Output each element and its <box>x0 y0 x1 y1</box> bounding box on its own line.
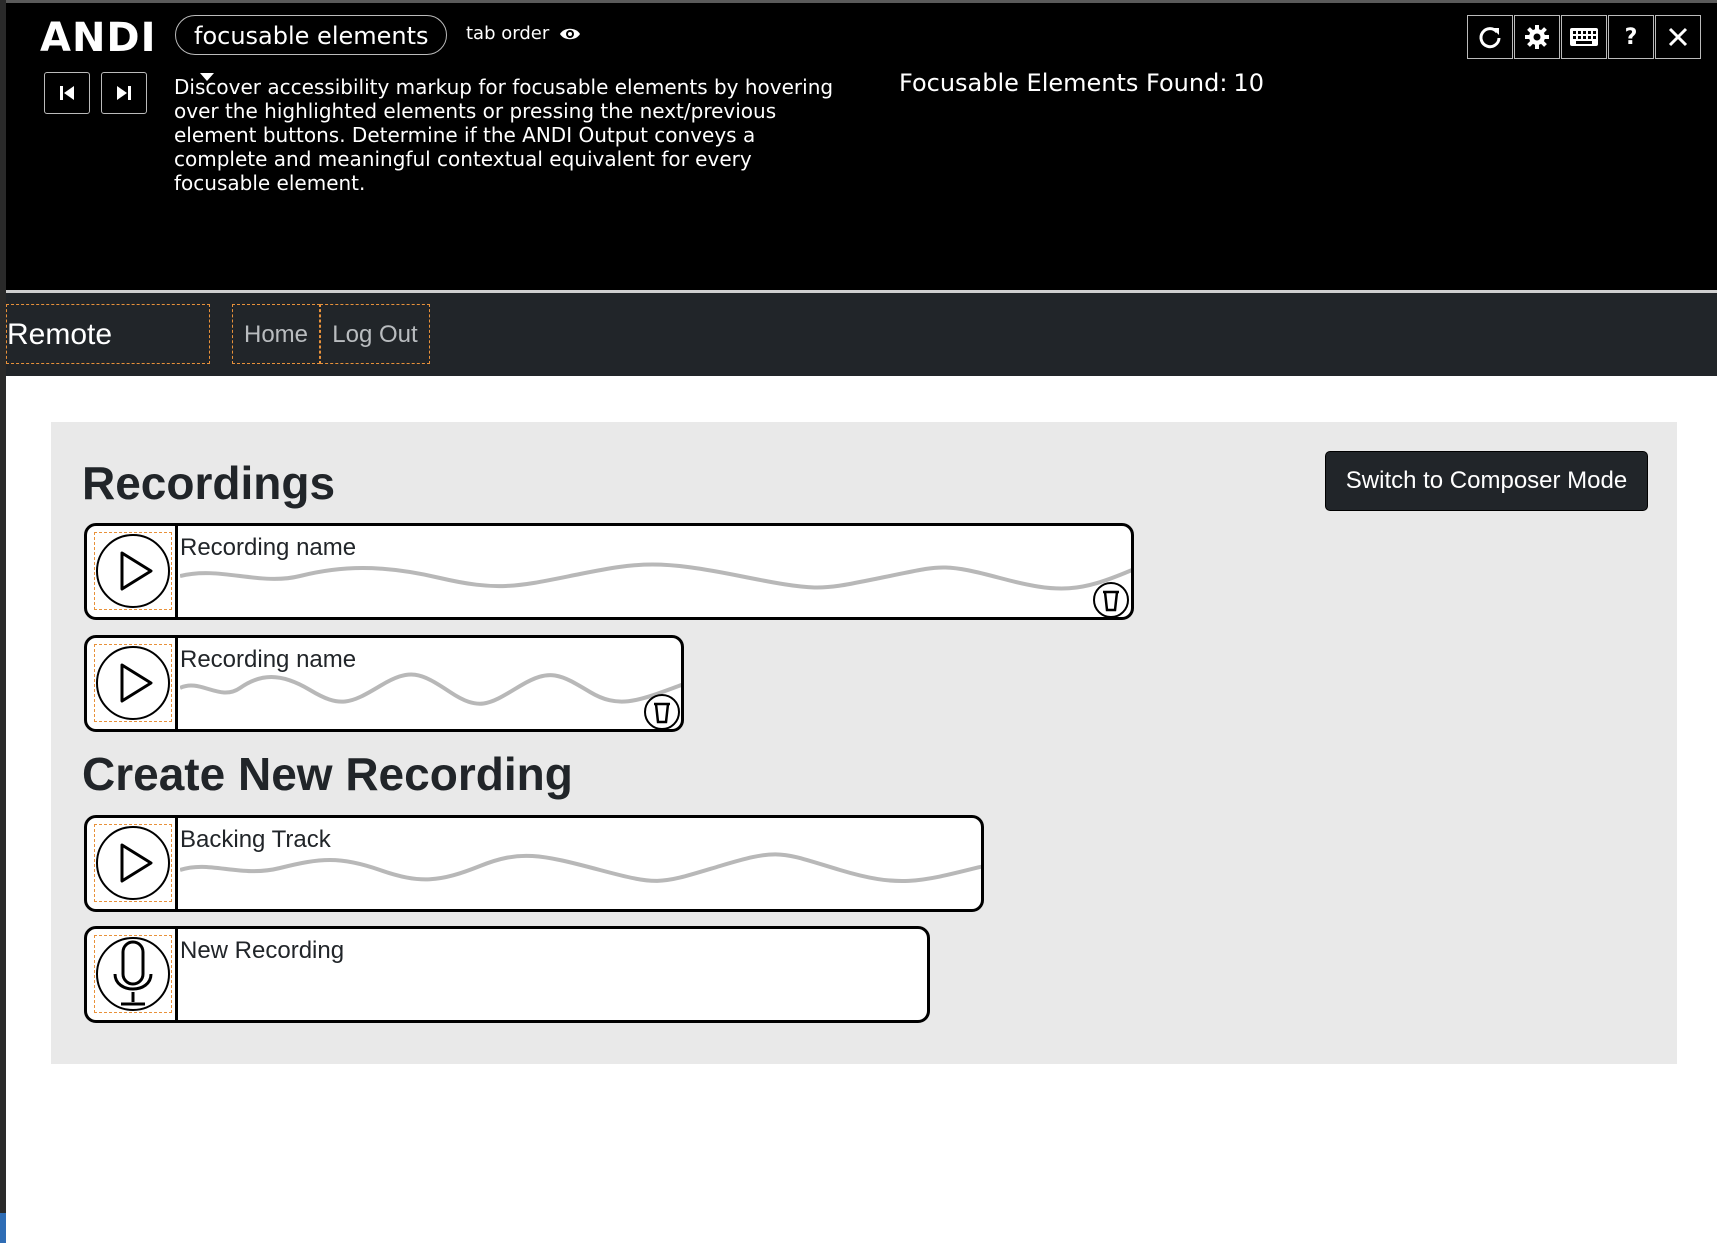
tab-order-toggle[interactable]: tab order <box>466 23 581 44</box>
help-button[interactable]: ? <box>1608 15 1654 59</box>
recordings-title: Recordings <box>82 457 336 509</box>
gear-icon <box>1525 25 1549 49</box>
new-recording-name: New Recording <box>180 937 345 964</box>
tab-order-label: tab order <box>466 23 550 44</box>
eye-icon <box>559 28 580 40</box>
andi-logo: ANDI <box>40 15 157 61</box>
card-divider <box>175 929 178 1020</box>
main-panel: Recordings Switch to Composer Mode Recor… <box>51 422 1677 1064</box>
backing-track-card: Backing Track <box>84 815 984 912</box>
delete-recording-button[interactable] <box>1092 581 1130 619</box>
brand-link[interactable]: Remote Record <box>6 304 210 411</box>
mode-select-value: focusable elements <box>194 22 429 50</box>
andi-toolbar: ANDI focusable elements tab order Discov… <box>6 0 1717 293</box>
elements-found-label: Focusable Elements Found: <box>899 69 1228 97</box>
card-divider <box>175 638 178 729</box>
settings-button[interactable] <box>1514 15 1560 59</box>
microphone-icon <box>96 937 170 1011</box>
next-element-button[interactable] <box>101 72 147 114</box>
waveform <box>180 672 681 706</box>
keyboard-icon <box>1570 28 1598 46</box>
previous-element-button[interactable] <box>44 72 90 114</box>
keyboard-button[interactable] <box>1561 15 1607 59</box>
create-recording-title: Create New Recording <box>82 748 573 800</box>
nav-link-log-out[interactable]: Log Out <box>320 304 430 364</box>
close-button[interactable] <box>1655 15 1701 59</box>
waveform <box>180 852 981 883</box>
skip-previous-icon <box>60 86 74 100</box>
recording-card: Recording name <box>84 523 1134 620</box>
app-navbar: Remote Record Home Log Out <box>6 293 1717 411</box>
play-button[interactable] <box>94 532 172 610</box>
play-button[interactable] <box>94 644 172 722</box>
card-divider <box>175 818 178 909</box>
play-button[interactable] <box>94 824 172 902</box>
play-icon <box>96 826 170 900</box>
refresh-button[interactable] <box>1467 15 1513 59</box>
left-edge-accent <box>0 1213 6 1243</box>
play-icon <box>96 646 170 720</box>
recording-card: Recording name <box>84 635 684 732</box>
record-button[interactable] <box>94 935 172 1013</box>
delete-recording-button[interactable] <box>643 693 681 731</box>
andi-description: Discover accessibility markup for focusa… <box>174 75 834 195</box>
help-icon: ? <box>1624 24 1638 50</box>
play-icon <box>96 534 170 608</box>
skip-next-icon <box>117 86 131 100</box>
close-icon <box>1668 27 1688 47</box>
elements-found-count: 10 <box>1233 69 1264 97</box>
refresh-icon <box>1479 27 1501 49</box>
waveform <box>180 562 1131 591</box>
andi-controls: ? <box>1466 15 1701 59</box>
mode-select[interactable]: focusable elements <box>175 15 447 81</box>
switch-to-composer-button[interactable]: Switch to Composer Mode <box>1326 452 1647 510</box>
card-divider <box>175 526 178 617</box>
nav-link-home[interactable]: Home <box>232 304 320 364</box>
new-recording-card: New Recording <box>84 926 930 1023</box>
elements-found: Focusable Elements Found: 10 <box>899 69 1264 97</box>
